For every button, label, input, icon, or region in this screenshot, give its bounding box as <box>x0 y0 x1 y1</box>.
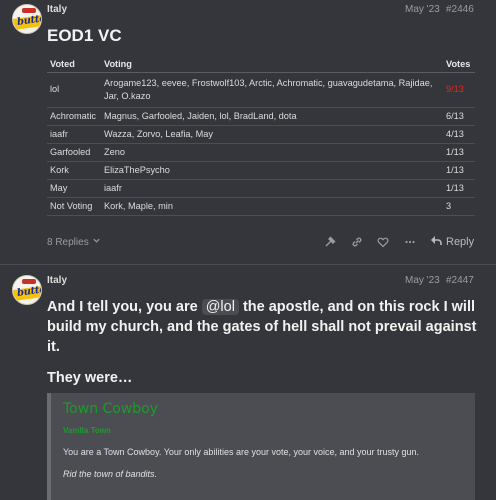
post-body-text: And I tell you, you are @lol the apostle… <box>47 297 487 357</box>
voting-cell: Zeno <box>101 143 443 162</box>
column-header-votes: Votes <box>443 56 475 73</box>
table-row: Achromatic Magnus, Garfooled, Jaiden, lo… <box>47 107 475 126</box>
table-row: Garfooled Zeno 1/13 <box>47 143 475 162</box>
voting-cell: Magnus, Garfooled, Jaiden, lol, BradLand… <box>101 107 443 126</box>
table-row: Not Voting Kork, Maple, min 3 <box>47 197 475 216</box>
votes-cell: 1/13 <box>443 143 475 162</box>
role-alignment: Vanilla Town <box>63 426 111 435</box>
post-divider <box>0 264 496 265</box>
votes-cell: 6/13 <box>443 107 475 126</box>
reply-arrow-icon <box>430 235 442 249</box>
they-were-heading: They were… <box>47 370 133 386</box>
more-options-icon[interactable] <box>400 231 420 253</box>
voted-cell: Garfooled <box>47 143 101 162</box>
link-icon[interactable] <box>347 231 367 253</box>
reply-label: Reply <box>446 236 475 248</box>
voting-cell: Wazza, Zorvo, Leafia, May <box>101 125 443 144</box>
voted-cell: May <box>47 179 101 198</box>
votes-cell: 9/13 <box>443 72 475 108</box>
username[interactable]: Italy <box>47 4 67 15</box>
replies-label: 8 Replies <box>47 236 89 248</box>
post-2446: butte Italy May '23 #2446 EOD1 VC Voted … <box>0 0 496 262</box>
post-number[interactable]: #2446 <box>446 4 474 15</box>
role-title: Town Cowboy <box>63 401 159 417</box>
voting-cell: iaafr <box>101 179 443 198</box>
role-description: You are a Town Cowboy. Your only abiliti… <box>63 447 420 457</box>
voting-cell: Arogame123, eevee, Frostwolf103, Arctic,… <box>101 72 443 108</box>
voted-cell: iaafr <box>47 125 101 144</box>
voting-cell: ElizaThePsycho <box>101 161 443 180</box>
table-row: lol Arogame123, eevee, Frostwolf103, Arc… <box>47 72 475 108</box>
voted-cell: Kork <box>47 161 101 180</box>
votes-cell: 1/13 <box>443 161 475 180</box>
user-avatar[interactable]: butte <box>12 275 42 305</box>
reply-button[interactable]: Reply <box>430 231 474 253</box>
replies-toggle[interactable]: 8 Replies <box>47 236 101 248</box>
admin-wrench-icon[interactable] <box>320 231 340 253</box>
post-text-segment: And I tell you, you are <box>47 299 202 315</box>
table-row: May iaafr 1/13 <box>47 179 475 198</box>
post-date[interactable]: May '23 <box>405 275 440 286</box>
voted-cell: Not Voting <box>47 197 101 216</box>
chevron-down-icon <box>92 236 101 248</box>
vote-count-table: Voted Voting Votes lol Arogame123, eevee… <box>47 56 475 216</box>
user-mention[interactable]: @lol <box>201 299 239 315</box>
user-avatar[interactable]: butte <box>12 4 42 34</box>
post-date[interactable]: May '23 <box>405 4 440 15</box>
post-number[interactable]: #2447 <box>446 275 474 286</box>
table-row: Kork ElizaThePsycho 1/13 <box>47 161 475 180</box>
post-title: EOD1 VC <box>47 26 122 45</box>
votes-cell: 4/13 <box>443 125 475 144</box>
role-goal: Rid the town of bandits. <box>63 469 158 479</box>
post-actions: Reply <box>320 231 480 253</box>
column-header-voting: Voting <box>101 56 443 73</box>
votes-cell: 1/13 <box>443 179 475 198</box>
table-header-row: Voted Voting Votes <box>47 56 475 73</box>
votes-cell: 3 <box>443 197 475 216</box>
like-heart-icon[interactable] <box>373 231 393 253</box>
table-row: iaafr Wazza, Zorvo, Leafia, May 4/13 <box>47 125 475 144</box>
username[interactable]: Italy <box>47 275 67 286</box>
voted-cell: lol <box>47 72 101 108</box>
voting-cell: Kork, Maple, min <box>101 197 443 216</box>
voted-cell: Achromatic <box>47 107 101 126</box>
column-header-voted: Voted <box>47 56 101 73</box>
role-quote-block: Town Cowboy Vanilla Town You are a Town … <box>47 393 475 500</box>
